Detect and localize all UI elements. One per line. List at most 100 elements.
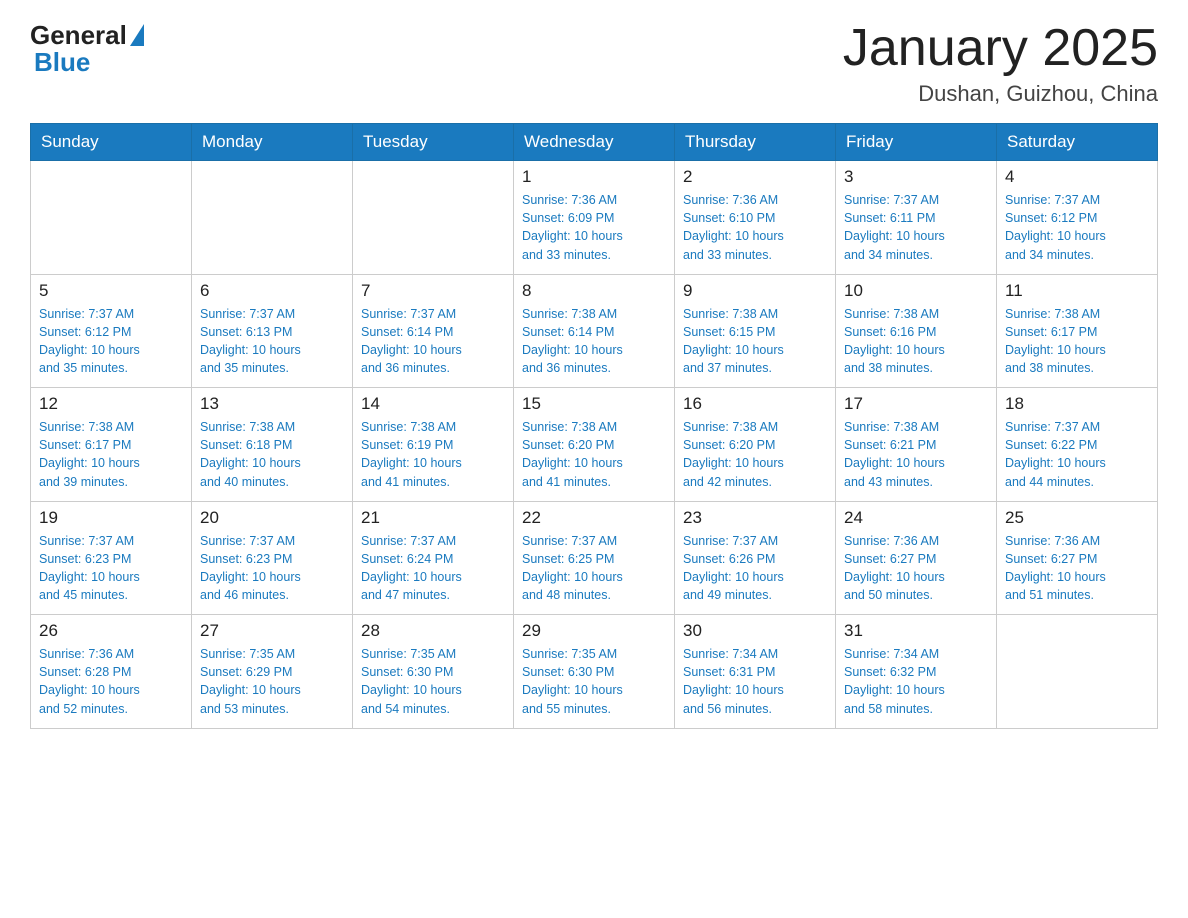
calendar-cell — [192, 161, 353, 275]
calendar-cell — [353, 161, 514, 275]
calendar-cell: 17Sunrise: 7:38 AM Sunset: 6:21 PM Dayli… — [836, 388, 997, 502]
day-number: 10 — [844, 281, 988, 301]
day-number: 3 — [844, 167, 988, 187]
day-number: 30 — [683, 621, 827, 641]
day-number: 2 — [683, 167, 827, 187]
day-number: 23 — [683, 508, 827, 528]
calendar-cell — [997, 615, 1158, 729]
day-number: 31 — [844, 621, 988, 641]
calendar-cell: 13Sunrise: 7:38 AM Sunset: 6:18 PM Dayli… — [192, 388, 353, 502]
day-number: 8 — [522, 281, 666, 301]
day-info: Sunrise: 7:37 AM Sunset: 6:13 PM Dayligh… — [200, 305, 344, 378]
column-header-saturday: Saturday — [997, 124, 1158, 161]
day-info: Sunrise: 7:38 AM Sunset: 6:18 PM Dayligh… — [200, 418, 344, 491]
calendar-week-2: 5Sunrise: 7:37 AM Sunset: 6:12 PM Daylig… — [31, 274, 1158, 388]
logo: General Blue — [30, 20, 144, 78]
calendar-cell: 10Sunrise: 7:38 AM Sunset: 6:16 PM Dayli… — [836, 274, 997, 388]
day-info: Sunrise: 7:35 AM Sunset: 6:30 PM Dayligh… — [361, 645, 505, 718]
day-info: Sunrise: 7:36 AM Sunset: 6:27 PM Dayligh… — [1005, 532, 1149, 605]
day-info: Sunrise: 7:37 AM Sunset: 6:25 PM Dayligh… — [522, 532, 666, 605]
day-number: 15 — [522, 394, 666, 414]
day-info: Sunrise: 7:36 AM Sunset: 6:09 PM Dayligh… — [522, 191, 666, 264]
calendar-cell: 9Sunrise: 7:38 AM Sunset: 6:15 PM Daylig… — [675, 274, 836, 388]
calendar-cell: 20 Sunrise: 7:37 AM Sunset: 6:23 PM Dayli… — [192, 501, 353, 615]
day-number: 4 — [1005, 167, 1149, 187]
title-section: January 2025 Dushan, Guizhou, China — [843, 20, 1158, 107]
calendar-cell: 30 Sunrise: 7:34 AM Sunset: 6:31 PM Dayli… — [675, 615, 836, 729]
calendar-cell — [31, 161, 192, 275]
column-header-tuesday: Tuesday — [353, 124, 514, 161]
calendar-cell: 7 Sunrise: 7:37 AM Sunset: 6:14 PM Daylig… — [353, 274, 514, 388]
calendar-cell: 4 Sunrise: 7:37 AM Sunset: 6:12 PM Daylig… — [997, 161, 1158, 275]
calendar-cell: 18 Sunrise: 7:37 AM Sunset: 6:22 PM Dayli… — [997, 388, 1158, 502]
day-info: Sunrise: 7:35 AM Sunset: 6:29 PM Dayligh… — [200, 645, 344, 718]
day-info: Sunrise: 7:38 AM Sunset: 6:20 PM Dayligh… — [522, 418, 666, 491]
day-info: Sunrise: 7:37 AM Sunset: 6:24 PM Dayligh… — [361, 532, 505, 605]
calendar-table: SundayMondayTuesdayWednesdayThursdayFrid… — [30, 123, 1158, 729]
calendar-cell: 22Sunrise: 7:37 AM Sunset: 6:25 PM Dayli… — [514, 501, 675, 615]
day-number: 17 — [844, 394, 988, 414]
day-number: 24 — [844, 508, 988, 528]
day-number: 12 — [39, 394, 183, 414]
column-header-thursday: Thursday — [675, 124, 836, 161]
day-number: 1 — [522, 167, 666, 187]
calendar-cell: 12 Sunrise: 7:38 AM Sunset: 6:17 PM Dayli… — [31, 388, 192, 502]
calendar-cell: 25 Sunrise: 7:36 AM Sunset: 6:27 PM Dayli… — [997, 501, 1158, 615]
calendar-cell: 23 Sunrise: 7:37 AM Sunset: 6:26 PM Dayli… — [675, 501, 836, 615]
calendar-cell: 31Sunrise: 7:34 AM Sunset: 6:32 PM Dayli… — [836, 615, 997, 729]
day-info: Sunrise: 7:38 AM Sunset: 6:17 PM Dayligh… — [1005, 305, 1149, 378]
day-info: Sunrise: 7:37 AM Sunset: 6:12 PM Dayligh… — [1005, 191, 1149, 264]
day-info: Sunrise: 7:38 AM Sunset: 6:15 PM Dayligh… — [683, 305, 827, 378]
day-info: Sunrise: 7:38 AM Sunset: 6:14 PM Dayligh… — [522, 305, 666, 378]
day-number: 28 — [361, 621, 505, 641]
calendar-cell: 27Sunrise: 7:35 AM Sunset: 6:29 PM Dayli… — [192, 615, 353, 729]
calendar-cell: 8 Sunrise: 7:38 AM Sunset: 6:14 PM Daylig… — [514, 274, 675, 388]
day-info: Sunrise: 7:37 AM Sunset: 6:23 PM Dayligh… — [39, 532, 183, 605]
calendar-header-row: SundayMondayTuesdayWednesdayThursdayFrid… — [31, 124, 1158, 161]
page-header: General Blue January 2025 Dushan, Guizho… — [30, 20, 1158, 107]
day-info: Sunrise: 7:38 AM Sunset: 6:17 PM Dayligh… — [39, 418, 183, 491]
day-info: Sunrise: 7:37 AM Sunset: 6:12 PM Dayligh… — [39, 305, 183, 378]
day-number: 20 — [200, 508, 344, 528]
calendar-cell: 15 Sunrise: 7:38 AM Sunset: 6:20 PM Dayli… — [514, 388, 675, 502]
calendar-cell: 28 Sunrise: 7:35 AM Sunset: 6:30 PM Dayli… — [353, 615, 514, 729]
day-number: 18 — [1005, 394, 1149, 414]
calendar-cell: 14Sunrise: 7:38 AM Sunset: 6:19 PM Dayli… — [353, 388, 514, 502]
day-info: Sunrise: 7:37 AM Sunset: 6:11 PM Dayligh… — [844, 191, 988, 264]
calendar-week-1: 1 Sunrise: 7:36 AM Sunset: 6:09 PM Daylig… — [31, 161, 1158, 275]
day-number: 25 — [1005, 508, 1149, 528]
calendar-subtitle: Dushan, Guizhou, China — [843, 81, 1158, 107]
day-info: Sunrise: 7:36 AM Sunset: 6:27 PM Dayligh… — [844, 532, 988, 605]
day-info: Sunrise: 7:37 AM Sunset: 6:23 PM Dayligh… — [200, 532, 344, 605]
day-info: Sunrise: 7:38 AM Sunset: 6:20 PM Dayligh… — [683, 418, 827, 491]
day-number: 7 — [361, 281, 505, 301]
day-info: Sunrise: 7:37 AM Sunset: 6:14 PM Dayligh… — [361, 305, 505, 378]
day-info: Sunrise: 7:37 AM Sunset: 6:22 PM Dayligh… — [1005, 418, 1149, 491]
logo-blue-text: Blue — [34, 47, 90, 78]
day-number: 6 — [200, 281, 344, 301]
day-info: Sunrise: 7:34 AM Sunset: 6:31 PM Dayligh… — [683, 645, 827, 718]
day-info: Sunrise: 7:36 AM Sunset: 6:28 PM Dayligh… — [39, 645, 183, 718]
calendar-week-5: 26 Sunrise: 7:36 AM Sunset: 6:28 PM Dayli… — [31, 615, 1158, 729]
day-number: 26 — [39, 621, 183, 641]
day-number: 19 — [39, 508, 183, 528]
calendar-week-4: 19 Sunrise: 7:37 AM Sunset: 6:23 PM Dayli… — [31, 501, 1158, 615]
calendar-cell: 1 Sunrise: 7:36 AM Sunset: 6:09 PM Daylig… — [514, 161, 675, 275]
calendar-cell: 29Sunrise: 7:35 AM Sunset: 6:30 PM Dayli… — [514, 615, 675, 729]
calendar-cell: 19 Sunrise: 7:37 AM Sunset: 6:23 PM Dayli… — [31, 501, 192, 615]
day-info: Sunrise: 7:37 AM Sunset: 6:26 PM Dayligh… — [683, 532, 827, 605]
column-header-sunday: Sunday — [31, 124, 192, 161]
calendar-week-3: 12 Sunrise: 7:38 AM Sunset: 6:17 PM Dayli… — [31, 388, 1158, 502]
day-info: Sunrise: 7:35 AM Sunset: 6:30 PM Dayligh… — [522, 645, 666, 718]
calendar-cell: 21Sunrise: 7:37 AM Sunset: 6:24 PM Dayli… — [353, 501, 514, 615]
calendar-title: January 2025 — [843, 20, 1158, 77]
column-header-monday: Monday — [192, 124, 353, 161]
column-header-friday: Friday — [836, 124, 997, 161]
calendar-cell: 5Sunrise: 7:37 AM Sunset: 6:12 PM Daylig… — [31, 274, 192, 388]
day-number: 14 — [361, 394, 505, 414]
calendar-cell: 6 Sunrise: 7:37 AM Sunset: 6:13 PM Daylig… — [192, 274, 353, 388]
day-number: 11 — [1005, 281, 1149, 301]
calendar-cell: 16Sunrise: 7:38 AM Sunset: 6:20 PM Dayli… — [675, 388, 836, 502]
calendar-cell: 24 Sunrise: 7:36 AM Sunset: 6:27 PM Dayli… — [836, 501, 997, 615]
calendar-cell: 3 Sunrise: 7:37 AM Sunset: 6:11 PM Daylig… — [836, 161, 997, 275]
